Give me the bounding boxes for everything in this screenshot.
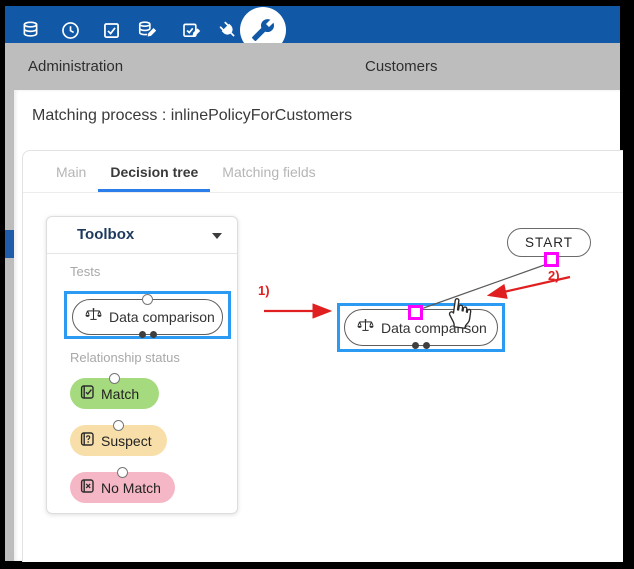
- match-label: Match: [101, 386, 139, 402]
- page-title: Matching process : inlinePolicyForCustom…: [32, 107, 352, 125]
- scale-icon: [85, 307, 102, 327]
- toolbox-match-node[interactable]: Match: [70, 378, 159, 409]
- hand-cursor-icon: [443, 294, 475, 334]
- main-content: Matching process : inlinePolicyForCustom…: [14, 90, 620, 561]
- output-ports-icon: [139, 331, 157, 338]
- toolbox-header[interactable]: Toolbox: [47, 217, 237, 254]
- section-relationship-status: Relationship status: [70, 350, 180, 365]
- no-match-label: No Match: [101, 480, 161, 496]
- left-strip-indicator[interactable]: [5, 230, 14, 258]
- input-port-icon[interactable]: [113, 420, 124, 431]
- toolbox-title: Toolbox: [77, 226, 134, 243]
- toolbox-no-match-node[interactable]: No Match: [70, 472, 175, 503]
- chevron-down-icon[interactable]: [212, 233, 222, 239]
- document-cross-icon: [79, 478, 95, 497]
- node-input-port[interactable]: [408, 305, 423, 320]
- toolbox-suspect-node[interactable]: Suspect: [70, 425, 167, 456]
- toolbox-data-comparison-selected[interactable]: Data comparison: [64, 291, 231, 339]
- window-bar: Administration Customers: [5, 43, 620, 90]
- tab-matching-fields[interactable]: Matching fields: [210, 151, 327, 192]
- screenshot-frame: Administration Customers Matching proces…: [0, 0, 634, 569]
- nav-administration[interactable]: Administration: [28, 43, 123, 90]
- wrench-icon: [251, 18, 275, 42]
- database-icon[interactable]: [20, 20, 41, 41]
- section-tests: Tests: [70, 264, 100, 279]
- document-check-icon: [79, 384, 95, 403]
- task-edit-icon[interactable]: [179, 20, 203, 41]
- tab-bar: Main Decision tree Matching fields: [23, 151, 623, 193]
- tab-decision-tree[interactable]: Decision tree: [98, 151, 210, 192]
- toolbox-panel: Toolbox Tests: [46, 216, 238, 514]
- process-panel: Main Decision tree Matching fields Toolb…: [22, 150, 623, 562]
- annotation-label-2: 2): [548, 268, 560, 283]
- clock-icon[interactable]: [60, 20, 81, 41]
- start-node-label: START: [525, 235, 573, 250]
- start-output-port[interactable]: [544, 252, 559, 267]
- task-check-icon[interactable]: [101, 20, 122, 41]
- toolbox-node-label: Data comparison: [109, 309, 215, 325]
- plug-icon[interactable]: [218, 20, 239, 41]
- document-question-icon: [79, 431, 95, 450]
- tab-main[interactable]: Main: [44, 151, 98, 192]
- input-port-icon[interactable]: [117, 467, 128, 478]
- top-toolbar: [5, 6, 620, 43]
- suspect-label: Suspect: [101, 433, 152, 449]
- annotation-label-1: 1): [258, 283, 270, 298]
- input-port-icon[interactable]: [109, 373, 120, 384]
- scale-icon: [357, 318, 374, 338]
- database-edit-icon[interactable]: [135, 20, 159, 41]
- input-port-icon[interactable]: [142, 294, 153, 305]
- output-ports-icon: [412, 342, 430, 349]
- nav-customers[interactable]: Customers: [365, 43, 438, 90]
- left-edge-strip: [5, 90, 14, 561]
